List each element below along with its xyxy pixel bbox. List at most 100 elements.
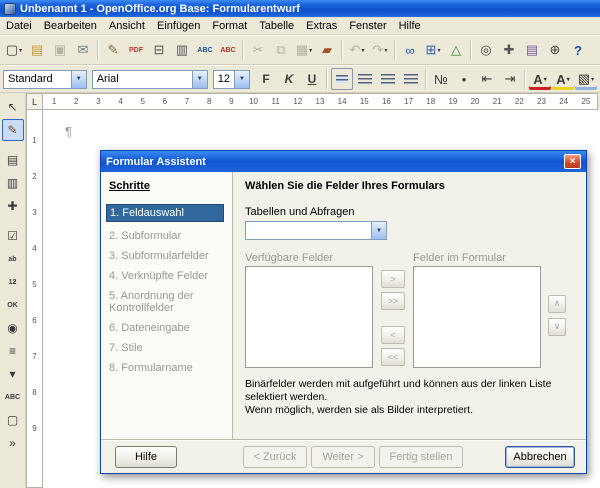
wizard-content-panel: Wählen Sie die Felder Ihres Formulars Ta… bbox=[233, 172, 586, 439]
help-button[interactable]: Hilfe bbox=[115, 446, 177, 468]
export-pdf-icon[interactable]: PDF bbox=[125, 39, 147, 61]
toolbar-separator bbox=[326, 69, 328, 89]
hyperlink-icon[interactable]: ∞ bbox=[399, 39, 421, 61]
zoom-icon[interactable]: ⊕ bbox=[544, 39, 566, 61]
steps-heading: Schritte bbox=[109, 180, 224, 192]
align-left-button[interactable] bbox=[331, 68, 353, 90]
form-controls-toolbar: ↖✎ ▤▥✚ ☑ab12OK◉≡▾ABC▢» bbox=[0, 93, 26, 488]
form-navigator-icon[interactable]: ✚ bbox=[2, 195, 24, 217]
text-box-icon[interactable]: ab bbox=[2, 248, 24, 270]
justify-button[interactable] bbox=[400, 68, 422, 90]
page-preview-icon[interactable]: ▥ bbox=[171, 39, 193, 61]
menu-format[interactable]: Format bbox=[206, 18, 253, 34]
available-fields-list[interactable] bbox=[245, 266, 373, 368]
menu-hilfe[interactable]: Hilfe bbox=[393, 18, 427, 34]
background-color-button[interactable]: ▧▾ bbox=[575, 68, 597, 90]
toolbar-separator bbox=[394, 40, 396, 60]
images-note: Wenn möglich, werden sie als Bilder inte… bbox=[245, 404, 574, 417]
control-properties-icon[interactable]: ▤ bbox=[2, 149, 24, 171]
gallery-icon[interactable]: ▤ bbox=[521, 39, 543, 61]
close-icon[interactable]: × bbox=[564, 154, 581, 169]
menu-extras[interactable]: Extras bbox=[300, 18, 343, 34]
label-field-icon[interactable]: ABC bbox=[2, 386, 24, 408]
more-controls-icon[interactable]: » bbox=[2, 432, 24, 454]
align-right-button[interactable] bbox=[377, 68, 399, 90]
step-7-stile: 7. Stile bbox=[109, 342, 224, 354]
email-icon[interactable]: ✉ bbox=[72, 39, 94, 61]
italic-button[interactable]: K bbox=[278, 68, 300, 90]
combo-box-icon[interactable]: ▾ bbox=[2, 363, 24, 385]
highlighting-button[interactable]: A▾ bbox=[552, 68, 574, 90]
formatted-field-icon[interactable]: 12 bbox=[2, 271, 24, 293]
dialog-titlebar[interactable]: Formular Assistent × bbox=[101, 151, 586, 172]
menu-ansicht[interactable]: Ansicht bbox=[103, 18, 151, 34]
step-2-subformular: 2. Subformular bbox=[109, 230, 224, 242]
toolbar-gap bbox=[2, 142, 24, 148]
numbering-button[interactable]: № bbox=[430, 68, 452, 90]
decrease-indent-button[interactable]: ⇤ bbox=[476, 68, 498, 90]
print-icon[interactable]: ⊟ bbox=[148, 39, 170, 61]
help-icon[interactable]: ? bbox=[567, 39, 589, 61]
push-button-icon[interactable]: OK bbox=[2, 294, 24, 316]
menu-fenster[interactable]: Fenster bbox=[343, 18, 392, 34]
group-box-icon[interactable]: ▢ bbox=[2, 409, 24, 431]
format-paintbrush-icon[interactable]: ▰ bbox=[316, 39, 338, 61]
tables-combo[interactable]: ▼ bbox=[245, 221, 387, 240]
form-fields-column: Felder im Formular bbox=[413, 252, 541, 368]
edit-file-icon[interactable]: ✎ bbox=[102, 39, 124, 61]
app-icon bbox=[4, 3, 16, 15]
chevron-down-icon[interactable]: ▼ bbox=[192, 71, 207, 88]
vertical-ruler[interactable]: 123456789 bbox=[26, 110, 43, 488]
window-titlebar[interactable]: Unbenannt 1 - OpenOffice.org Base: Formu… bbox=[0, 0, 600, 17]
add-all-fields-button: >> bbox=[381, 292, 405, 310]
tables-label: Tabellen und Abfragen bbox=[245, 206, 574, 218]
option-button-icon[interactable]: ◉ bbox=[2, 317, 24, 339]
formatting-buttons: FKU№•⇤⇥A▾A▾▧▾ bbox=[255, 68, 597, 90]
chevron-down-icon[interactable]: ▼ bbox=[71, 71, 86, 88]
cancel-button[interactable]: Abbrechen bbox=[505, 446, 575, 468]
spellcheck-icon[interactable]: ABC bbox=[194, 39, 216, 61]
design-mode-icon[interactable]: ✎ bbox=[2, 119, 24, 141]
menu-datei[interactable]: Datei bbox=[0, 18, 38, 34]
horizontal-ruler[interactable]: 1234567891011121314151617181920212223242… bbox=[43, 93, 598, 110]
step-5-anordnung-der-kontrollfelder: 5. Anordnung der Kontrollfelder bbox=[109, 290, 224, 314]
paragraph-style-combo[interactable]: Standard ▼ bbox=[3, 70, 87, 89]
chevron-down-icon[interactable]: ▼ bbox=[234, 71, 249, 88]
tab-stop-selector[interactable]: L bbox=[26, 93, 43, 110]
new-document-icon[interactable]: ▢▾ bbox=[3, 39, 25, 61]
menu-tabelle[interactable]: Tabelle bbox=[253, 18, 300, 34]
table-icon[interactable]: ⊞▾ bbox=[422, 39, 444, 61]
steps-list: 1. Feldauswahl2. Subformular3. Subformul… bbox=[109, 204, 224, 374]
select-pointer-icon[interactable]: ↖ bbox=[2, 96, 24, 118]
autospellcheck-icon[interactable]: ABC bbox=[217, 39, 239, 61]
align-center-button[interactable] bbox=[354, 68, 376, 90]
font-color-button[interactable]: A▾ bbox=[529, 68, 551, 90]
font-name-combo[interactable]: Arial ▼ bbox=[92, 70, 208, 89]
bold-button[interactable]: F bbox=[255, 68, 277, 90]
next-button: Weiter > bbox=[311, 446, 375, 468]
find-replace-icon[interactable]: ◎ bbox=[475, 39, 497, 61]
increase-indent-button[interactable]: ⇥ bbox=[499, 68, 521, 90]
checkbox-icon[interactable]: ☑ bbox=[2, 225, 24, 247]
draw-functions-icon[interactable]: △ bbox=[445, 39, 467, 61]
menu-einfuegen[interactable]: Einfügen bbox=[151, 18, 206, 34]
open-icon[interactable]: ▤ bbox=[26, 39, 48, 61]
form-properties-icon[interactable]: ▥ bbox=[2, 172, 24, 194]
underline-button[interactable]: U bbox=[301, 68, 323, 90]
chevron-down-icon[interactable]: ▼ bbox=[371, 222, 386, 239]
step-8-formularname: 8. Formularname bbox=[109, 362, 224, 374]
step-1-feldauswahl[interactable]: 1. Feldauswahl bbox=[106, 204, 224, 222]
form-wizard-dialog: Formular Assistent × Schritte 1. Feldaus… bbox=[100, 150, 587, 474]
navigator-icon[interactable]: ✚ bbox=[498, 39, 520, 61]
save-icon: ▣ bbox=[49, 39, 71, 61]
bullets-button[interactable]: • bbox=[453, 68, 475, 90]
form-fields-list[interactable] bbox=[413, 266, 541, 368]
font-size-value: 12 bbox=[214, 73, 234, 86]
transfer-buttons: > >> < << bbox=[381, 252, 405, 368]
toolbar-separator bbox=[341, 40, 343, 60]
add-field-button: > bbox=[381, 270, 405, 288]
reorder-buttons: ∧ ∨ bbox=[547, 252, 567, 368]
menu-bearbeiten[interactable]: Bearbeiten bbox=[38, 18, 103, 34]
list-box-icon[interactable]: ≡ bbox=[2, 340, 24, 362]
font-size-combo[interactable]: 12 ▼ bbox=[213, 70, 250, 89]
